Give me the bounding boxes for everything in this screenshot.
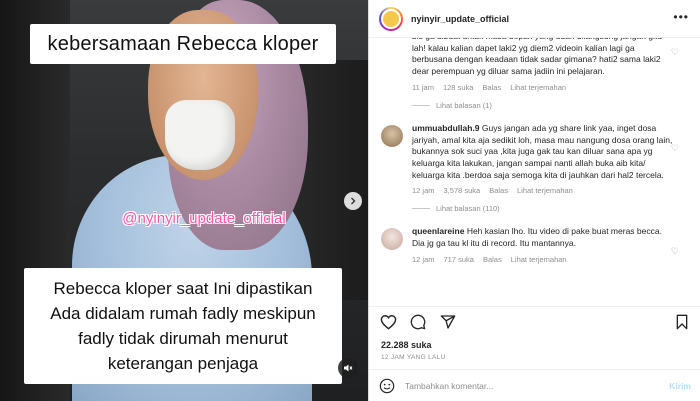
comment-time: 11 jam <box>412 82 434 92</box>
face-mask <box>165 100 235 170</box>
reply-link[interactable]: Balas <box>483 255 502 264</box>
share-button[interactable] <box>439 313 457 331</box>
caption-line: keterangan penjaga <box>107 353 259 373</box>
post-timestamp: 12 JAM YANG LALU <box>381 354 446 361</box>
comment-username[interactable]: queenlareine <box>412 226 464 236</box>
send-icon <box>440 315 456 329</box>
post-actions: 22.288 suka 12 JAM YANG LALU Kirim <box>369 306 700 401</box>
comment-meta: 12 jam 717 suka Balas Lihat terjemahan <box>412 255 677 264</box>
post-media[interactable]: kebersamaan Rebecca kloper @nyinyir_upda… <box>0 0 368 401</box>
comment-item: ♡ bis ga dibuat untuk masa depan yang ud… <box>381 38 691 110</box>
video-caption-top: kebersamaan Rebecca kloper <box>30 24 336 64</box>
mute-button[interactable] <box>338 358 358 378</box>
like-comment-heart-icon[interactable]: ♡ <box>671 246 679 257</box>
post-author-username[interactable]: nyinyir_update_official <box>411 14 509 24</box>
comment-icon <box>410 314 426 330</box>
chevron-right-icon <box>351 197 356 205</box>
like-comment-heart-icon[interactable]: ♡ <box>671 143 679 154</box>
video-caption-bottom: Rebecca kloper saat Ini dipastikan Ada d… <box>24 268 342 384</box>
comment-likes[interactable]: 717 suka <box>444 255 474 264</box>
post-header: nyinyir_update_official ••• <box>369 0 700 38</box>
comment-button[interactable] <box>409 313 427 331</box>
comment-meta: 11 jam 128 suka Balas Lihat terjemahan <box>412 83 691 92</box>
avatar[interactable] <box>381 228 403 251</box>
comment-username[interactable]: ummuabdullah.9 <box>412 123 480 133</box>
view-replies-link[interactable]: Lihat balasan (110) <box>412 204 677 213</box>
post-comment-button[interactable]: Kirim <box>669 381 691 391</box>
like-button[interactable] <box>379 313 397 331</box>
comments-list[interactable]: ♡ bis ga dibuat untuk masa depan yang ud… <box>369 38 700 306</box>
translate-link[interactable]: Lihat terjemahan <box>510 83 566 92</box>
bookmark-icon <box>676 314 688 330</box>
comment-meta: 12 jam 3,578 suka Balas Lihat terjemahan <box>412 186 677 195</box>
post-details-panel: nyinyir_update_official ••• ♡ bis ga dib… <box>368 0 700 401</box>
like-count[interactable]: 22.288 suka <box>381 340 432 350</box>
reply-link[interactable]: Balas <box>489 186 508 195</box>
caption-line: fadly tidak dirumah menurut <box>78 328 288 348</box>
emoji-icon[interactable] <box>379 378 395 394</box>
translate-link[interactable]: Lihat terjemahan <box>511 255 567 264</box>
like-comment-heart-icon[interactable]: ♡ <box>671 47 679 58</box>
save-button[interactable] <box>673 313 691 331</box>
avatar[interactable] <box>381 124 403 147</box>
comment-item: ♡ queenlareine Heh kasian lho. Itu video… <box>381 226 691 264</box>
comment-input[interactable] <box>405 381 670 391</box>
avatar[interactable] <box>379 6 403 31</box>
caption-line: Ada didalam rumah fadly meskipun <box>50 303 316 323</box>
muted-speaker-icon <box>344 364 353 372</box>
comment-time: 12 jam <box>412 186 435 196</box>
comment-time: 12 jam <box>412 254 435 264</box>
heart-icon <box>380 315 396 330</box>
more-horizontal-icon[interactable]: ••• <box>673 10 689 24</box>
next-media-button[interactable] <box>344 192 362 210</box>
view-replies-link[interactable]: Lihat balasan (1) <box>412 101 691 110</box>
translate-link[interactable]: Lihat terjemahan <box>517 186 573 195</box>
reply-link[interactable]: Balas <box>482 83 501 92</box>
comment-text: bis ga dibuat untuk masa depan yang udah… <box>412 38 662 77</box>
action-icons <box>379 313 457 331</box>
comment-likes[interactable]: 3,578 suka <box>444 186 481 195</box>
comment-item: ♡ ummuabdullah.9 Guys jangan ada yg shar… <box>381 123 691 213</box>
comment-likes[interactable]: 128 suka <box>443 83 473 92</box>
add-comment-bar: Kirim <box>369 369 700 401</box>
caption-line: Rebecca kloper saat Ini dipastikan <box>53 278 313 298</box>
video-watermark: @nyinyir_update_official <box>122 210 286 227</box>
